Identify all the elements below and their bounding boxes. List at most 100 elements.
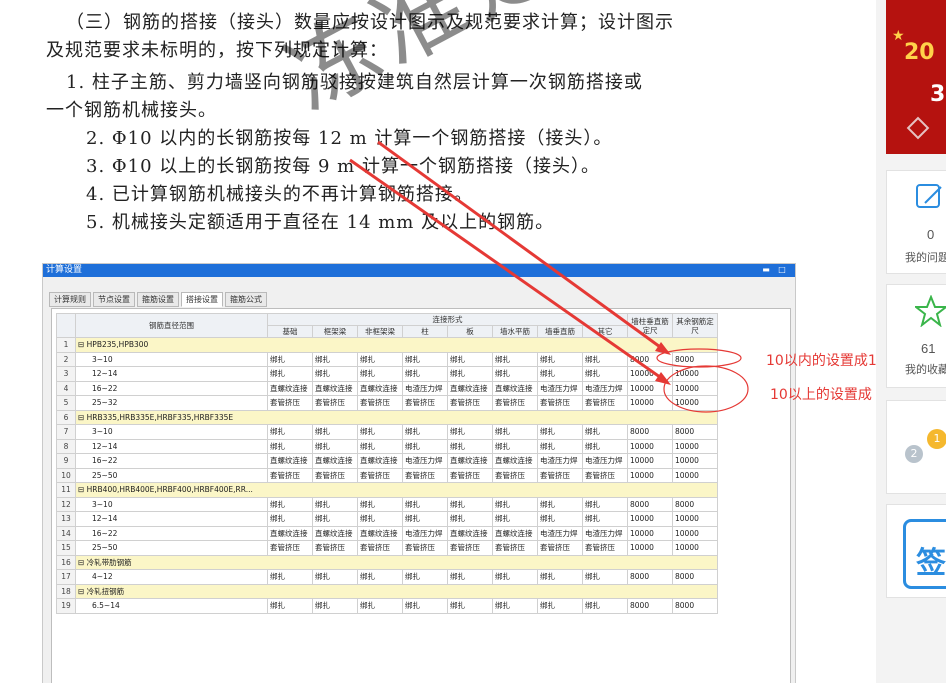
connection-cell[interactable]: 直螺纹连接 [312, 525, 358, 541]
length-cell[interactable]: 10000 [672, 511, 718, 527]
minimize-icon[interactable]: ▬ [761, 265, 771, 275]
connection-cell[interactable]: 绑扎 [447, 438, 493, 454]
connection-cell[interactable]: 套管挤压 [537, 467, 583, 483]
table-row[interactable]: 8 12~14 绑扎 绑扎 绑扎 绑扎 绑扎 绑扎 绑扎 绑扎 10000 10000 [56, 438, 718, 454]
connection-cell[interactable]: 绑扎 [582, 351, 628, 367]
maximize-icon[interactable]: □ [777, 265, 787, 275]
length-cell[interactable]: 10000 [627, 453, 673, 469]
connection-cell[interactable]: 绑扎 [312, 511, 358, 527]
connection-cell[interactable]: 绑扎 [312, 598, 358, 614]
connection-cell[interactable]: 直螺纹连接 [357, 525, 403, 541]
connection-cell[interactable]: 绑扎 [582, 438, 628, 454]
length-cell[interactable]: 10000 [627, 438, 673, 454]
connection-cell[interactable]: 直螺纹连接 [357, 453, 403, 469]
connection-cell[interactable]: 套管挤压 [447, 467, 493, 483]
connection-cell[interactable]: 套管挤压 [492, 395, 538, 411]
length-cell[interactable]: 8000 [672, 351, 718, 367]
group-cell[interactable]: ⊟ HPB235,HPB300 [75, 337, 718, 353]
group-cell[interactable]: ⊟ HRB400,HRB400E,HRBF400,HRBF400E,RR... [75, 482, 718, 498]
tab-3[interactable]: 搭接设置 [181, 292, 223, 307]
connection-cell[interactable]: 直螺纹连接 [492, 453, 538, 469]
table-row[interactable]: 5 25~32 套管挤压 套管挤压 套管挤压 套管挤压 套管挤压 套管挤压 套管挤压 套管挤压 10… [56, 395, 718, 411]
connection-cell[interactable]: 直螺纹连接 [492, 525, 538, 541]
connection-cell[interactable]: 直螺纹连接 [267, 380, 313, 396]
connection-cell[interactable]: 绑扎 [582, 598, 628, 614]
length-cell[interactable]: 10000 [672, 438, 718, 454]
connection-cell[interactable]: 绑扎 [447, 569, 493, 585]
connection-cell[interactable]: 绑扎 [357, 424, 403, 440]
table-row[interactable]: 9 16~22 直螺纹连接 直螺纹连接 直螺纹连接 电渣压力焊 直螺纹连接 直螺纹连接 电渣压力… [56, 453, 718, 469]
length-cell[interactable]: 10000 [672, 380, 718, 396]
connection-cell[interactable]: 绑扎 [447, 366, 493, 382]
table-row[interactable]: 16 ⊟ 冷轧带肋钢筋 [56, 554, 718, 570]
connection-cell[interactable]: 绑扎 [492, 598, 538, 614]
connection-cell[interactable]: 直螺纹连接 [492, 380, 538, 396]
connection-cell[interactable]: 绑扎 [492, 424, 538, 440]
connection-cell[interactable]: 套管挤压 [357, 467, 403, 483]
connection-cell[interactable]: 绑扎 [402, 351, 448, 367]
length-cell[interactable]: 10000 [672, 453, 718, 469]
connection-cell[interactable]: 绑扎 [312, 496, 358, 512]
connection-cell[interactable]: 套管挤压 [447, 395, 493, 411]
connection-cell[interactable]: 直螺纹连接 [447, 380, 493, 396]
connection-cell[interactable]: 套管挤压 [267, 395, 313, 411]
my-favorites-card[interactable]: 61 我的收藏 [886, 284, 946, 388]
connection-cell[interactable]: 绑扎 [402, 496, 448, 512]
length-cell[interactable]: 10000 [672, 525, 718, 541]
connection-cell[interactable]: 绑扎 [357, 496, 403, 512]
connection-cell[interactable]: 绑扎 [402, 424, 448, 440]
table-row[interactable]: 14 16~22 直螺纹连接 直螺纹连接 直螺纹连接 电渣压力焊 直螺纹连接 直螺纹连接 电渣压… [56, 525, 718, 541]
length-cell[interactable]: 10000 [627, 525, 673, 541]
connection-cell[interactable]: 直螺纹连接 [447, 525, 493, 541]
connection-cell[interactable]: 电渣压力焊 [402, 380, 448, 396]
connection-cell[interactable]: 套管挤压 [312, 467, 358, 483]
connection-cell[interactable]: 绑扎 [582, 366, 628, 382]
length-cell[interactable]: 8000 [627, 351, 673, 367]
connection-cell[interactable]: 电渣压力焊 [537, 525, 583, 541]
length-cell[interactable]: 8000 [672, 598, 718, 614]
length-cell[interactable]: 10000 [627, 366, 673, 382]
length-cell[interactable]: 10000 [672, 467, 718, 483]
table-row[interactable]: 12 3~10 绑扎 绑扎 绑扎 绑扎 绑扎 绑扎 绑扎 绑扎 8000 8000 [56, 496, 718, 512]
table-row[interactable]: 4 16~22 直螺纹连接 直螺纹连接 直螺纹连接 电渣压力焊 直螺纹连接 直螺纹连接 电渣压力… [56, 380, 718, 396]
connection-cell[interactable]: 套管挤压 [492, 540, 538, 556]
length-cell[interactable]: 8000 [672, 496, 718, 512]
connection-cell[interactable]: 绑扎 [537, 424, 583, 440]
connection-cell[interactable]: 套管挤压 [402, 540, 448, 556]
table-row[interactable]: 3 12~14 绑扎 绑扎 绑扎 绑扎 绑扎 绑扎 绑扎 绑扎 10000 10000 [56, 366, 718, 382]
connection-cell[interactable]: 绑扎 [447, 598, 493, 614]
tab-0[interactable]: 计算规则 [49, 292, 91, 307]
connection-cell[interactable]: 套管挤压 [312, 540, 358, 556]
collapse-icon[interactable]: ⊟ [78, 558, 87, 567]
connection-cell[interactable]: 套管挤压 [582, 540, 628, 556]
connection-cell[interactable]: 直螺纹连接 [357, 380, 403, 396]
connection-cell[interactable]: 套管挤压 [312, 395, 358, 411]
connection-cell[interactable]: 绑扎 [537, 569, 583, 585]
length-cell[interactable]: 8000 [672, 424, 718, 440]
collapse-icon[interactable]: ⊟ [78, 413, 87, 422]
connection-cell[interactable]: 绑扎 [357, 366, 403, 382]
connection-cell[interactable]: 绑扎 [537, 496, 583, 512]
length-cell[interactable]: 8000 [672, 569, 718, 585]
connection-cell[interactable]: 套管挤压 [402, 467, 448, 483]
connection-cell[interactable]: 绑扎 [447, 424, 493, 440]
connection-cell[interactable]: 绑扎 [447, 496, 493, 512]
connection-cell[interactable]: 套管挤压 [537, 395, 583, 411]
collapse-icon[interactable]: ⊟ [78, 587, 87, 596]
connection-cell[interactable]: 绑扎 [312, 424, 358, 440]
connection-cell[interactable]: 套管挤压 [447, 540, 493, 556]
connection-cell[interactable]: 直螺纹连接 [312, 380, 358, 396]
table-row[interactable]: 7 3~10 绑扎 绑扎 绑扎 绑扎 绑扎 绑扎 绑扎 绑扎 8000 8000 [56, 424, 718, 440]
connection-cell[interactable]: 套管挤压 [492, 467, 538, 483]
connection-cell[interactable]: 电渣压力焊 [582, 453, 628, 469]
connection-cell[interactable]: 套管挤压 [267, 467, 313, 483]
connection-cell[interactable]: 绑扎 [537, 366, 583, 382]
connection-cell[interactable]: 绑扎 [492, 351, 538, 367]
connection-cell[interactable]: 电渣压力焊 [537, 453, 583, 469]
collapse-icon[interactable]: ⊟ [78, 340, 87, 349]
connection-cell[interactable]: 绑扎 [537, 438, 583, 454]
connection-cell[interactable]: 绑扎 [582, 424, 628, 440]
connection-cell[interactable]: 绑扎 [537, 511, 583, 527]
connection-cell[interactable]: 套管挤压 [357, 395, 403, 411]
connection-cell[interactable]: 绑扎 [357, 438, 403, 454]
